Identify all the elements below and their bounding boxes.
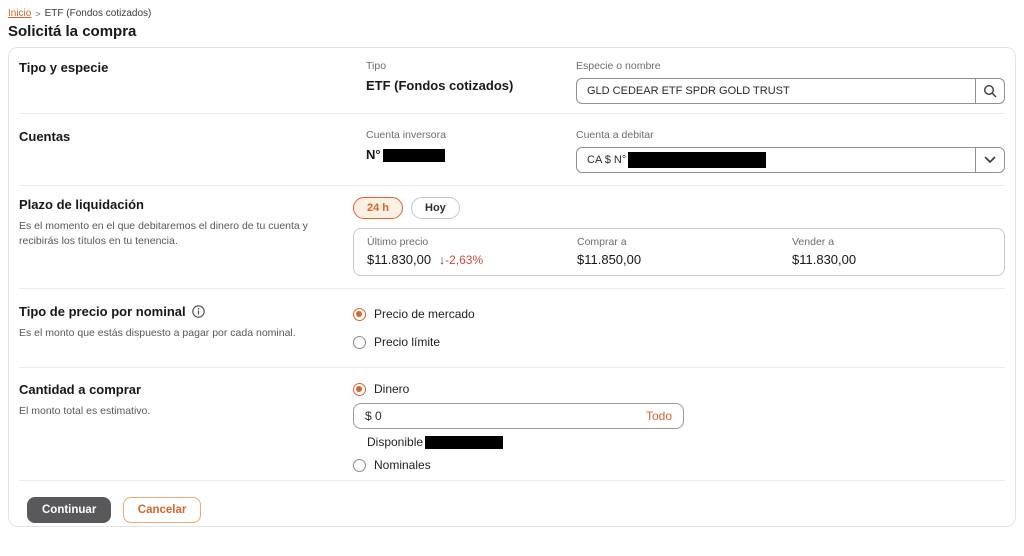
breadcrumb: Inicio > ETF (Fondos cotizados) bbox=[8, 8, 1024, 19]
vender-a-value: $11.830,00 bbox=[792, 252, 1004, 267]
section-cantidad: Cantidad a comprar El monto total es est… bbox=[9, 368, 1015, 480]
section-title-cantidad: Cantidad a comprar bbox=[19, 382, 353, 397]
section-tipo-precio: Tipo de precio por nominal Es el monto q… bbox=[9, 289, 1015, 367]
section-title-plazo: Plazo de liquidación bbox=[19, 197, 353, 212]
cuenta-debitar-dropdown-toggle[interactable] bbox=[975, 148, 1004, 172]
radio-button-selected[interactable] bbox=[353, 308, 366, 321]
section-title-tipo-precio: Tipo de precio por nominal bbox=[19, 304, 353, 319]
radio-precio-mercado[interactable]: Precio de mercado bbox=[353, 307, 1005, 321]
comprar-a-value: $11.850,00 bbox=[577, 252, 792, 267]
plazo-option-24h[interactable]: 24 h bbox=[353, 197, 403, 219]
cuenta-inversora-redaction bbox=[383, 149, 445, 162]
page-header: Inicio > ETF (Fondos cotizados) Solicitá… bbox=[0, 0, 1024, 40]
especie-input-value[interactable]: GLD CEDEAR ETF SPDR GOLD TRUST bbox=[577, 79, 975, 103]
page-title: Solicitá la compra bbox=[8, 23, 1024, 40]
plazo-option-hoy[interactable]: Hoy bbox=[411, 197, 460, 219]
section-cuentas: Cuentas Cuenta inversora N° Cuenta a deb… bbox=[9, 114, 1015, 185]
todo-link[interactable]: Todo bbox=[646, 409, 672, 423]
amount-value[interactable]: $ 0 bbox=[365, 409, 382, 423]
cuenta-inversora-label: Cuenta inversora bbox=[366, 129, 576, 141]
radio-precio-limite[interactable]: Precio límite bbox=[353, 335, 1005, 349]
precio-limite-label: Precio límite bbox=[374, 335, 440, 349]
actions-row: Continuar Cancelar bbox=[9, 481, 1015, 527]
dinero-label: Dinero bbox=[374, 382, 409, 396]
nominales-label: Nominales bbox=[374, 458, 431, 472]
breadcrumb-separator: > bbox=[35, 9, 40, 19]
tipo-precio-description: Es el monto que estás dispuesto a pagar … bbox=[19, 326, 353, 341]
radio-nominales[interactable]: Nominales bbox=[353, 458, 1005, 472]
cancel-button[interactable]: Cancelar bbox=[123, 497, 202, 523]
disponible-row: Disponible bbox=[367, 435, 1005, 449]
comprar-a-label: Comprar a bbox=[577, 236, 792, 248]
cuenta-debitar-select[interactable]: CA $ N° bbox=[576, 147, 1005, 173]
disponible-redaction bbox=[425, 436, 503, 449]
info-icon[interactable] bbox=[192, 305, 205, 318]
precio-mercado-label: Precio de mercado bbox=[374, 307, 475, 321]
tipo-label: Tipo bbox=[366, 60, 576, 72]
cuenta-debitar-value: CA $ N° bbox=[577, 148, 975, 172]
section-title-cuentas: Cuentas bbox=[19, 129, 366, 144]
breadcrumb-current: ETF (Fondos cotizados) bbox=[45, 8, 152, 19]
cuenta-debitar-redaction bbox=[628, 152, 766, 168]
chevron-down-icon bbox=[984, 156, 996, 164]
radio-button-unselected[interactable] bbox=[353, 336, 366, 349]
plazo-description: Es el momento en el que debitaremos el d… bbox=[19, 219, 353, 249]
radio-button-unselected[interactable] bbox=[353, 459, 366, 472]
amount-input[interactable]: $ 0 Todo bbox=[353, 403, 684, 429]
especie-label: Especie o nombre bbox=[576, 60, 1005, 72]
cantidad-description: El monto total es estimativo. bbox=[19, 404, 353, 419]
radio-button-selected[interactable] bbox=[353, 383, 366, 396]
price-change-percent: -2,63% bbox=[445, 253, 483, 267]
cuenta-debitar-label: Cuenta a debitar bbox=[576, 129, 1005, 141]
ultimo-precio-label: Último precio bbox=[367, 236, 577, 248]
continue-button[interactable]: Continuar bbox=[27, 497, 111, 523]
section-plazo: Plazo de liquidación Es el momento en el… bbox=[9, 186, 1015, 288]
breadcrumb-link-inicio[interactable]: Inicio bbox=[8, 8, 31, 19]
especie-search-input[interactable]: GLD CEDEAR ETF SPDR GOLD TRUST bbox=[576, 78, 1005, 104]
search-button[interactable] bbox=[975, 79, 1004, 103]
price-info-panel: Último precio $11.830,00↓-2,63% Comprar … bbox=[353, 228, 1005, 276]
vender-a-label: Vender a bbox=[792, 236, 1004, 248]
tipo-value: ETF (Fondos cotizados) bbox=[366, 78, 576, 93]
plazo-options: 24 h Hoy bbox=[353, 197, 1005, 219]
ultimo-precio-value: $11.830,00↓-2,63% bbox=[367, 252, 577, 267]
section-tipo-especie: Tipo y especie Tipo ETF (Fondos cotizado… bbox=[9, 48, 1015, 113]
radio-dinero[interactable]: Dinero bbox=[353, 382, 1005, 396]
search-icon bbox=[983, 84, 997, 98]
purchase-form-card: Tipo y especie Tipo ETF (Fondos cotizado… bbox=[8, 47, 1016, 527]
cuenta-inversora-value: N° bbox=[366, 147, 576, 162]
section-title-tipo-especie: Tipo y especie bbox=[19, 60, 366, 75]
